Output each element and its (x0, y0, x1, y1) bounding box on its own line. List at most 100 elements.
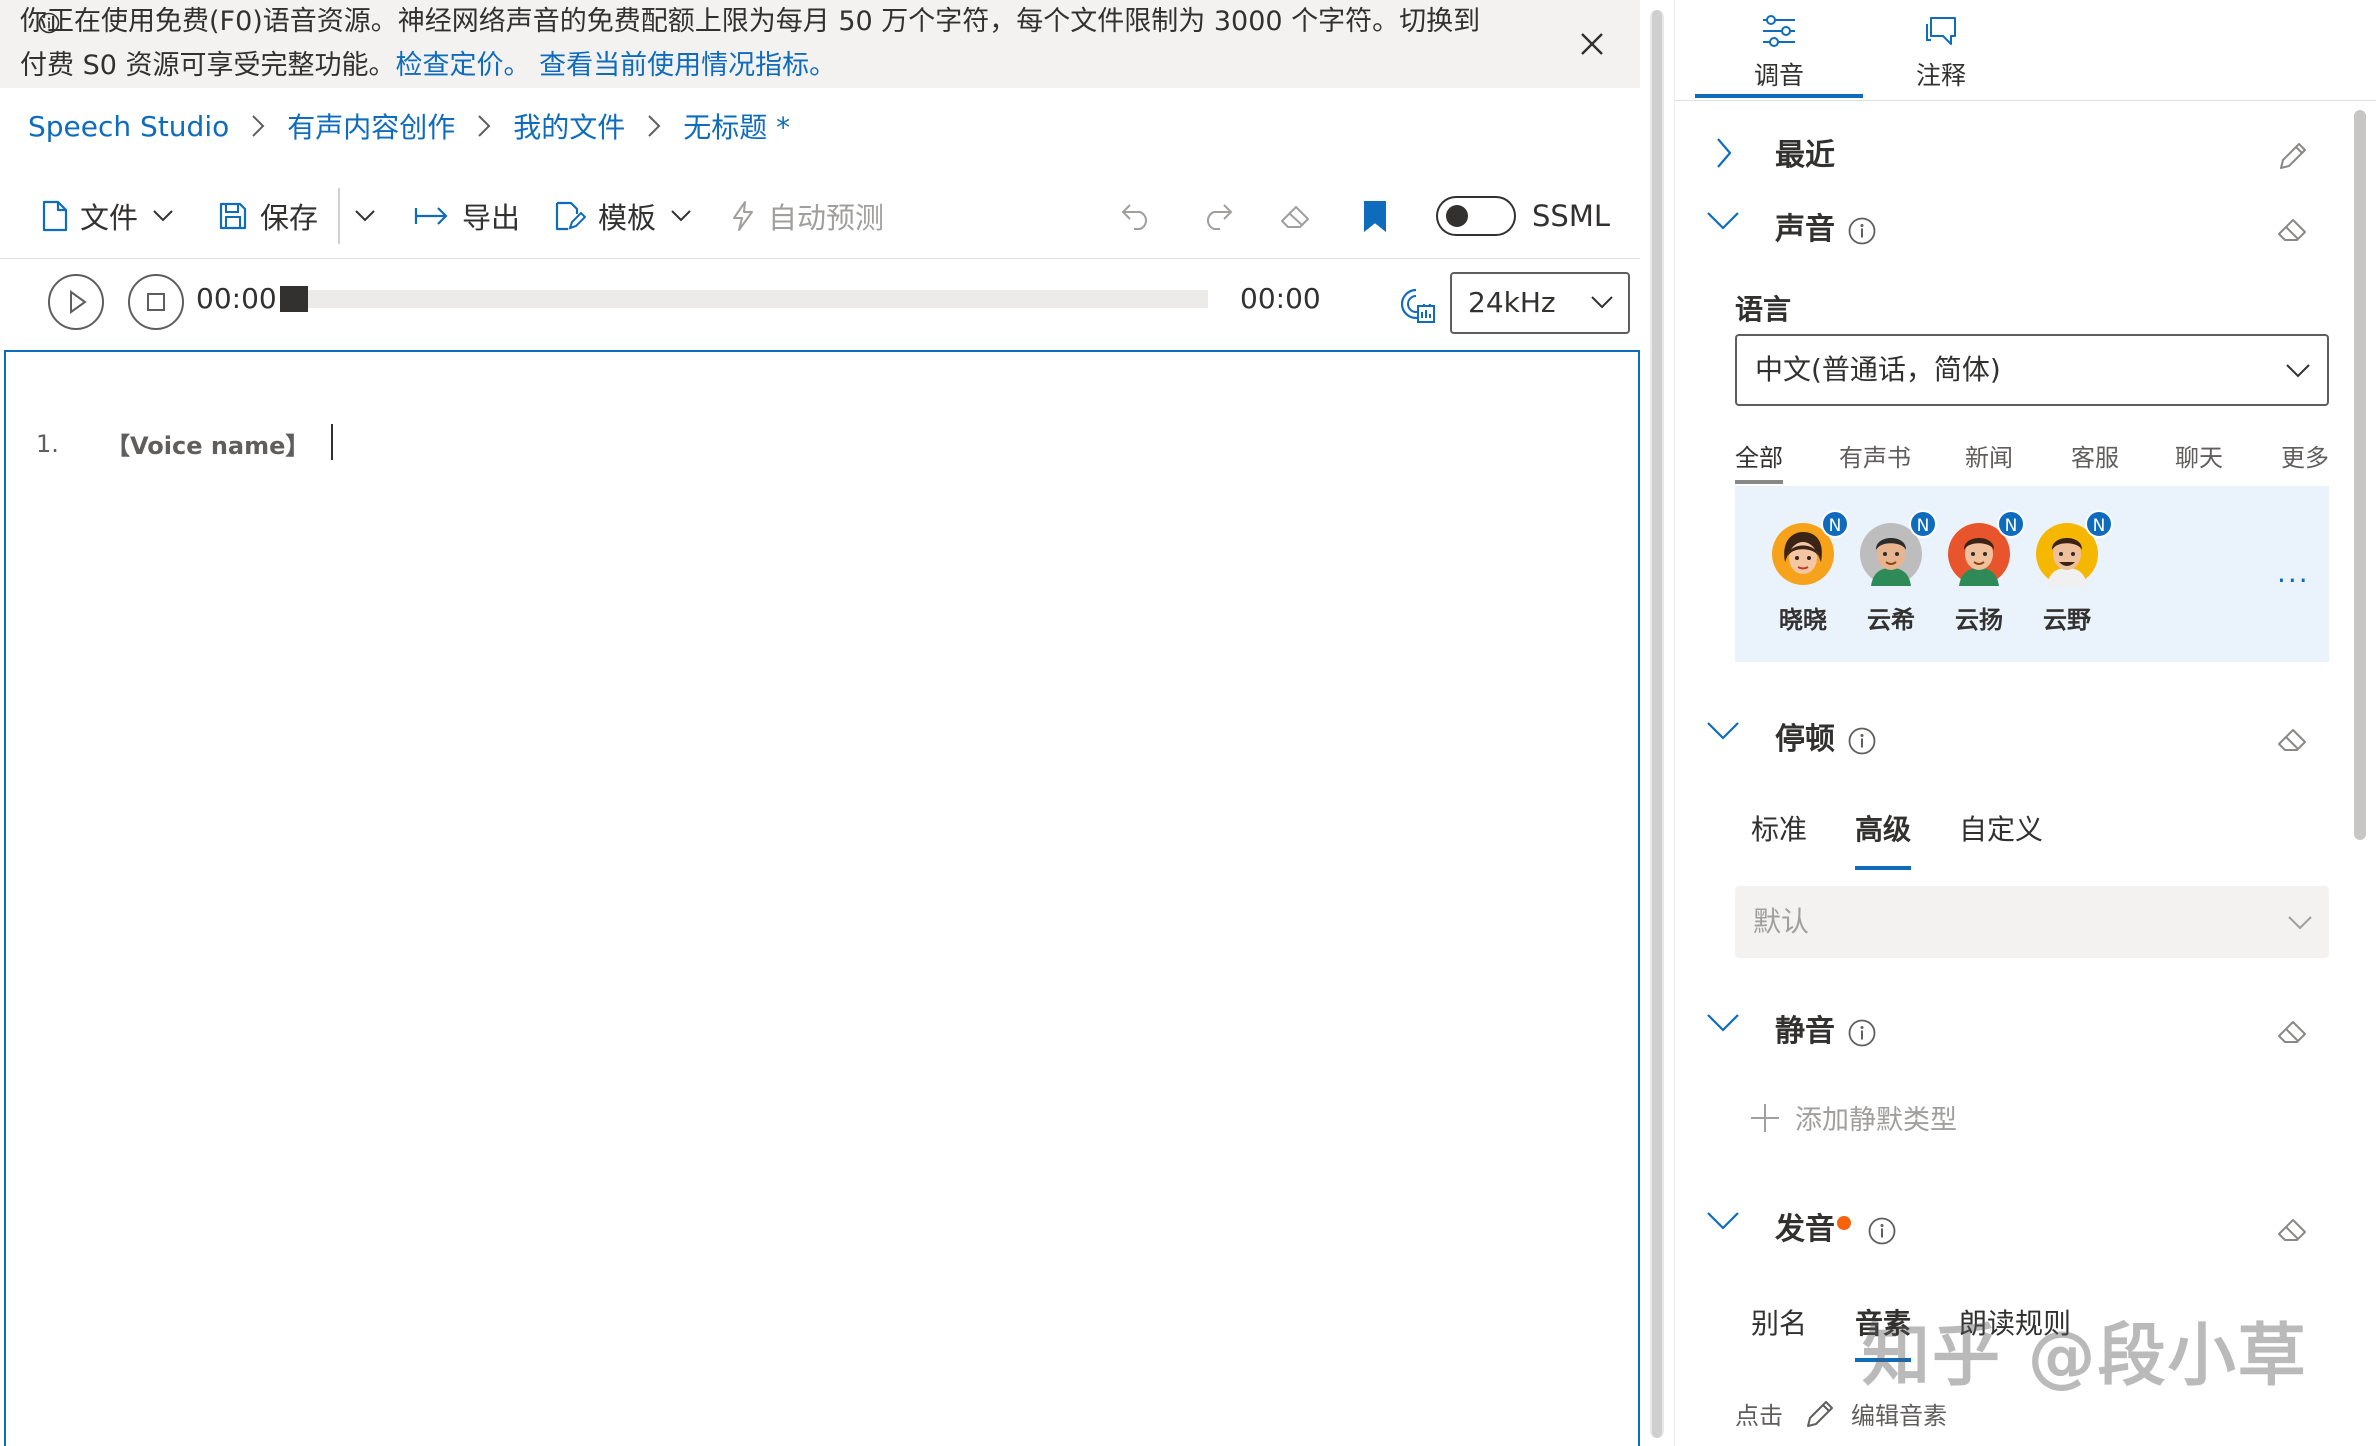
edit-phoneme-label[interactable]: 编辑音素 (1851, 1396, 1947, 1431)
category-more[interactable]: 更多 (2281, 438, 2329, 473)
more-voices-button[interactable]: ... (2277, 556, 2310, 589)
undo-icon (1121, 204, 1147, 230)
progress-bar[interactable] (280, 286, 1208, 312)
voice-card-yunye[interactable]: N 云野 (2017, 510, 2117, 635)
template-icon (555, 201, 586, 231)
pause-dropdown[interactable]: 默认 (1735, 886, 2329, 958)
template-menu-button[interactable]: 模板 (554, 188, 692, 244)
ssml-label: SSML (1532, 199, 1610, 233)
info-icon (38, 12, 60, 34)
tab-pron-alias[interactable]: 别名 (1751, 1302, 1807, 1342)
info-icon[interactable] (1867, 1216, 1897, 1246)
language-dropdown[interactable]: 中文(普通话，简体) (1735, 334, 2329, 406)
pause-tab-indicator (1855, 866, 1911, 870)
tab-tuning-label: 调音 (1753, 61, 1804, 90)
total-time: 00:00 (1240, 282, 1321, 315)
chevron-down-icon (355, 210, 375, 222)
add-silence-button[interactable]: 添加静默类型 (1749, 1098, 1957, 1137)
usage-link[interactable]: 查看当前使用情况指标。 (539, 50, 836, 81)
progress-knob[interactable] (280, 286, 308, 312)
language-label: 语言 (1735, 293, 1792, 326)
tab-tuning[interactable]: 调音 (1719, 14, 1839, 92)
close-icon[interactable] (1574, 26, 1610, 62)
eraser-icon[interactable] (2275, 1014, 2311, 1050)
voice-gallery: N 晓晓 N 云希 N 云扬 N 云野 (1735, 486, 2329, 662)
edit-phoneme-row: 点击 编辑音素 (1735, 1396, 1947, 1431)
eraser-icon[interactable] (2275, 722, 2311, 758)
breadcrumb-audio-content[interactable]: 有声内容创作 (287, 106, 455, 146)
toggle-switch (1436, 196, 1516, 236)
plus-icon (1751, 1103, 1779, 1132)
chevron-right-icon (251, 114, 265, 138)
banner-line2: 付费 S0 资源可享受完整功能。 (20, 50, 396, 81)
editor-scrollbar[interactable] (1650, 10, 1664, 1438)
sample-rate-dropdown[interactable]: 24kHz (1450, 272, 1630, 334)
sample-rate-value: 24kHz (1468, 286, 1556, 319)
file-menu-button[interactable]: 文件 (42, 188, 174, 244)
auto-predict-button[interactable]: 自动预测 (730, 188, 884, 244)
voice-name: 云希 (1867, 606, 1915, 634)
category-news[interactable]: 新闻 (1965, 438, 2013, 473)
document-icon (42, 200, 68, 232)
info-icon[interactable] (1847, 1018, 1877, 1048)
toolbar: 文件 保存 导出 模板 自动预测 SSML (0, 188, 1640, 244)
lightning-icon (733, 201, 753, 231)
tab-pause-standard[interactable]: 标准 (1751, 808, 1807, 848)
toolbar-divider (0, 258, 1640, 259)
voice-name: 云扬 (1955, 606, 2003, 634)
pause-dropdown-value: 默认 (1753, 905, 1810, 938)
pencil-icon[interactable] (1803, 1397, 1837, 1431)
save-label: 保存 (260, 201, 319, 235)
redo-icon (1207, 204, 1233, 230)
voice-name-tag[interactable]: 【Voice name】 (106, 426, 309, 461)
scrollbar-thumb[interactable] (2354, 110, 2366, 840)
info-icon[interactable] (1847, 726, 1877, 756)
tab-divider (1675, 100, 2376, 101)
chevron-down-icon (1707, 1014, 1739, 1032)
category-customer-service[interactable]: 客服 (2071, 438, 2119, 473)
edit-icon[interactable] (2275, 138, 2311, 174)
stop-button[interactable] (128, 274, 184, 330)
current-time: 00:00 (196, 282, 277, 315)
bookmark-button[interactable] (1362, 188, 1388, 244)
scrollbar-thumb[interactable] (1652, 10, 1662, 1438)
voice-card-xiaoxiao[interactable]: N 晓晓 (1753, 510, 1853, 635)
stop-icon (147, 293, 165, 311)
panel-scrollbar[interactable] (2354, 110, 2366, 1446)
ssml-toggle[interactable]: SSML (1436, 188, 1610, 244)
new-badge: N (2085, 510, 2113, 538)
redo-button[interactable] (1200, 188, 1234, 244)
category-all[interactable]: 全部 (1735, 438, 1783, 473)
info-icon[interactable] (1847, 216, 1877, 246)
section-silence-title: 静音 (1775, 1014, 1835, 1049)
play-button[interactable] (48, 274, 104, 330)
tab-pause-custom[interactable]: 自定义 (1959, 808, 2043, 848)
section-pause-title: 停顿 (1775, 722, 1835, 757)
category-chat[interactable]: 聊天 (2175, 438, 2223, 473)
voice-card-yunxi[interactable]: N 云希 (1841, 510, 1941, 635)
banner-line1: 你正在使用免费(F0)语音资源。神经网络声音的免费配额上限为每月 50 万个字符… (20, 6, 1481, 37)
save-options-dropdown[interactable] (354, 188, 376, 244)
tab-pause-advanced[interactable]: 高级 (1855, 808, 1911, 848)
chevron-right-icon (647, 114, 661, 138)
pricing-link[interactable]: 检查定价。 (395, 50, 530, 81)
text-editor[interactable]: 1. 【Voice name】 (4, 350, 1640, 1446)
tab-annotation[interactable]: 注释 (1881, 14, 2001, 92)
undo-button[interactable] (1120, 188, 1154, 244)
eraser-icon[interactable] (2275, 212, 2311, 248)
audio-settings-icon[interactable] (1396, 284, 1436, 324)
save-button[interactable]: 保存 (218, 188, 318, 244)
breadcrumb-speech-studio[interactable]: Speech Studio (28, 110, 229, 143)
add-silence-label: 添加静默类型 (1795, 1105, 1957, 1136)
avatar: N (2035, 510, 2113, 586)
breadcrumb-my-files[interactable]: 我的文件 (513, 106, 625, 146)
voice-name: 晓晓 (1779, 606, 1827, 634)
eraser-icon[interactable] (2275, 1212, 2311, 1248)
voice-card-yunyang[interactable]: N 云扬 (1929, 510, 2029, 635)
toggle-knob (1446, 205, 1468, 227)
avatar: N (1771, 510, 1849, 586)
breadcrumb-untitled[interactable]: 无标题 * (683, 106, 790, 146)
clear-format-button[interactable] (1278, 188, 1314, 244)
export-button[interactable]: 导出 (414, 188, 520, 244)
category-audiobook[interactable]: 有声书 (1839, 438, 1911, 473)
